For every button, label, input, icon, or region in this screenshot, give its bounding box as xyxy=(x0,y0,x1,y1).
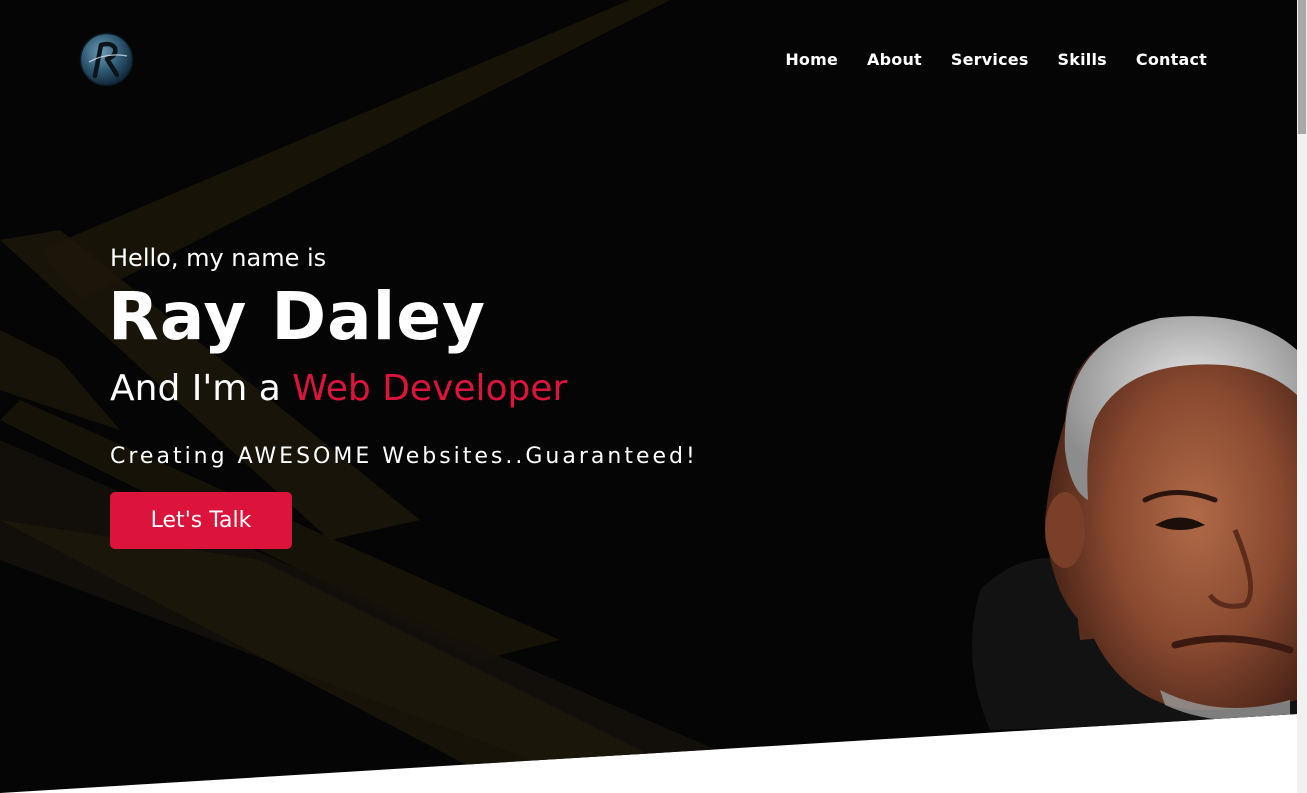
nav-services[interactable]: Services xyxy=(951,50,1029,69)
nav-contact[interactable]: Contact xyxy=(1136,50,1207,69)
lets-talk-button[interactable]: Let's Talk xyxy=(110,492,292,549)
hero-tagline: Creating AWESOME Websites..Guaranteed! xyxy=(110,444,698,469)
nav-about[interactable]: About xyxy=(867,50,922,69)
role-highlight: Web Developer xyxy=(292,368,568,409)
main-nav: Home About Services Skills Contact xyxy=(785,50,1207,69)
portrait-photo xyxy=(972,316,1297,730)
hero-name: Ray Daley xyxy=(108,278,487,355)
hero-section: Home About Services Skills Contact Hello… xyxy=(0,0,1297,793)
page-scrollbar[interactable] xyxy=(1297,0,1307,793)
nav-skills[interactable]: Skills xyxy=(1058,50,1107,69)
scrollbar-thumb[interactable] xyxy=(1298,0,1306,134)
nav-home[interactable]: Home xyxy=(785,50,838,69)
hero-role: And I'm a Web Developer xyxy=(110,368,567,409)
logo-icon[interactable] xyxy=(79,32,134,87)
page: Home About Services Skills Contact Hello… xyxy=(0,0,1307,793)
hero-greeting: Hello, my name is xyxy=(110,244,327,272)
role-prefix: And I'm a xyxy=(110,368,293,409)
